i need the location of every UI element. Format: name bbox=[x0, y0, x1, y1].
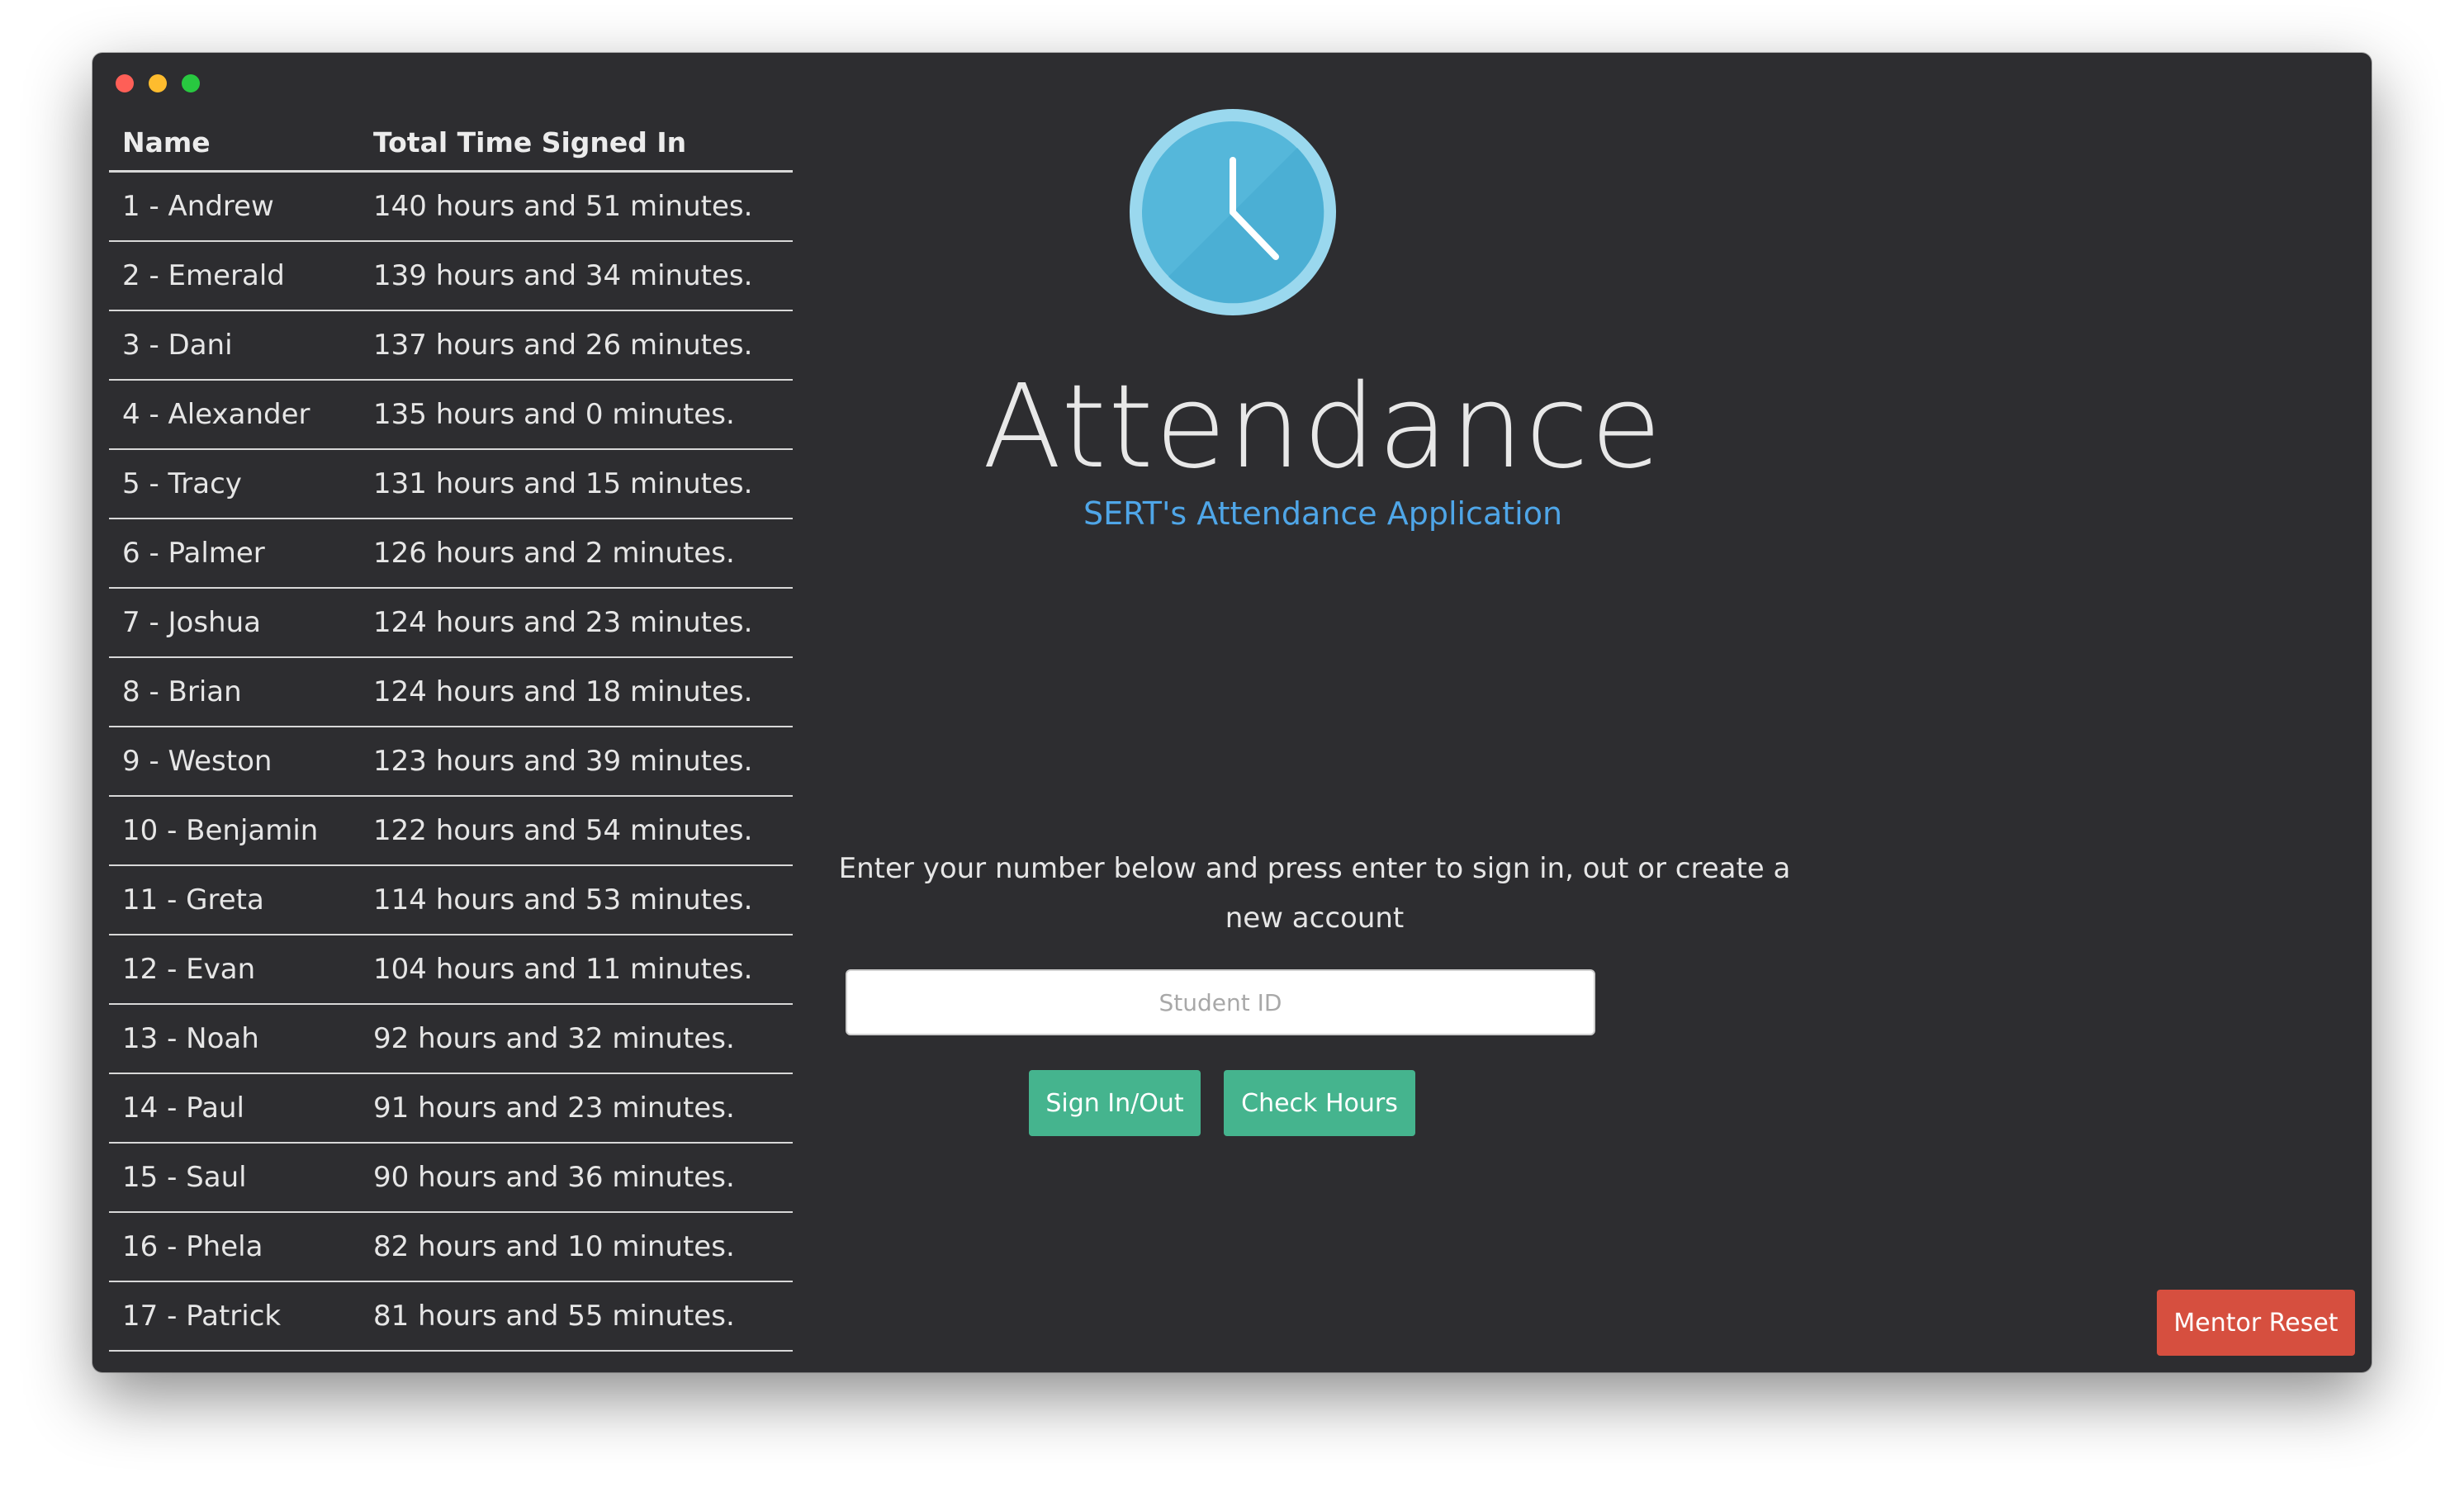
student-name-cell: 10 - Benjamin bbox=[109, 796, 360, 866]
total-time-cell: 104 hours and 11 minutes. bbox=[360, 935, 793, 1005]
attendance-table: Name Total Time Signed In 1 - Andrew 140… bbox=[109, 114, 793, 1352]
total-time-cell: 123 hours and 39 minutes. bbox=[360, 727, 793, 797]
table-row: 13 - Noah 92 hours and 32 minutes. bbox=[109, 1004, 793, 1074]
table-row: 17 - Patrick 81 hours and 55 minutes. bbox=[109, 1281, 793, 1352]
table-row: 2 - Emerald 139 hours and 34 minutes. bbox=[109, 241, 793, 311]
total-time-cell: 91 hours and 23 minutes. bbox=[360, 1073, 793, 1144]
app-subtitle: SERT's Attendance Application bbox=[1083, 495, 1563, 532]
clock-icon bbox=[1130, 109, 1336, 315]
table-row: 15 - Saul 90 hours and 36 minutes. bbox=[109, 1143, 793, 1213]
student-name-cell: 1 - Andrew bbox=[109, 171, 360, 242]
total-time-cell: 137 hours and 26 minutes. bbox=[360, 310, 793, 381]
attendance-table-container: Name Total Time Signed In 1 - Andrew 140… bbox=[109, 114, 793, 1352]
name-column-header: Name bbox=[109, 114, 360, 173]
mentor-reset-button[interactable]: Mentor Reset bbox=[2157, 1290, 2355, 1356]
total-time-cell: 81 hours and 55 minutes. bbox=[360, 1281, 793, 1352]
student-name-cell: 8 - Brian bbox=[109, 657, 360, 727]
table-row: 14 - Paul 91 hours and 23 minutes. bbox=[109, 1073, 793, 1144]
table-header-row: Name Total Time Signed In bbox=[109, 114, 793, 173]
total-time-cell: 131 hours and 15 minutes. bbox=[360, 449, 793, 519]
minimize-window-icon[interactable] bbox=[149, 74, 167, 92]
student-name-cell: 5 - Tracy bbox=[109, 449, 360, 519]
table-row: 5 - Tracy 131 hours and 15 minutes. bbox=[109, 449, 793, 519]
student-name-cell: 14 - Paul bbox=[109, 1073, 360, 1144]
table-row: 10 - Benjamin 122 hours and 54 minutes. bbox=[109, 796, 793, 866]
student-name-cell: 15 - Saul bbox=[109, 1143, 360, 1213]
total-time-cell: 124 hours and 23 minutes. bbox=[360, 588, 793, 658]
total-time-cell: 114 hours and 53 minutes. bbox=[360, 865, 793, 935]
total-time-column-header: Total Time Signed In bbox=[360, 114, 793, 173]
student-name-cell: 9 - Weston bbox=[109, 727, 360, 797]
student-name-cell: 4 - Alexander bbox=[109, 380, 360, 450]
student-name-cell: 12 - Evan bbox=[109, 935, 360, 1005]
table-row: 9 - Weston 123 hours and 39 minutes. bbox=[109, 727, 793, 797]
total-time-cell: 140 hours and 51 minutes. bbox=[360, 171, 793, 242]
window-controls bbox=[116, 74, 200, 92]
total-time-cell: 122 hours and 54 minutes. bbox=[360, 796, 793, 866]
total-time-cell: 126 hours and 2 minutes. bbox=[360, 519, 793, 589]
total-time-cell: 92 hours and 32 minutes. bbox=[360, 1004, 793, 1074]
student-name-cell: 13 - Noah bbox=[109, 1004, 360, 1074]
table-row: 3 - Dani 137 hours and 26 minutes. bbox=[109, 310, 793, 381]
table-row: 11 - Greta 114 hours and 53 minutes. bbox=[109, 865, 793, 935]
app-title: Attendance bbox=[982, 360, 1664, 495]
student-name-cell: 16 - Phela bbox=[109, 1212, 360, 1282]
total-time-cell: 135 hours and 0 minutes. bbox=[360, 380, 793, 450]
signin-instructions: Enter your number below and press enter … bbox=[838, 852, 1791, 935]
student-name-cell: 7 - Joshua bbox=[109, 588, 360, 658]
student-name-cell: 3 - Dani bbox=[109, 310, 360, 381]
total-time-cell: 90 hours and 36 minutes. bbox=[360, 1143, 793, 1213]
student-name-cell: 6 - Palmer bbox=[109, 519, 360, 589]
table-row: 1 - Andrew 140 hours and 51 minutes. bbox=[109, 171, 793, 242]
table-row: 7 - Joshua 124 hours and 23 minutes. bbox=[109, 588, 793, 658]
table-row: 8 - Brian 124 hours and 18 minutes. bbox=[109, 657, 793, 727]
total-time-cell: 139 hours and 34 minutes. bbox=[360, 241, 793, 311]
student-name-cell: 17 - Patrick bbox=[109, 1281, 360, 1352]
zoom-window-icon[interactable] bbox=[182, 74, 200, 92]
student-name-cell: 2 - Emerald bbox=[109, 241, 360, 311]
student-name-cell: 11 - Greta bbox=[109, 865, 360, 935]
table-row: 16 - Phela 82 hours and 10 minutes. bbox=[109, 1212, 793, 1282]
table-row: 4 - Alexander 135 hours and 0 minutes. bbox=[109, 380, 793, 450]
app-window: Name Total Time Signed In 1 - Andrew 140… bbox=[92, 53, 2372, 1372]
sign-in-out-button[interactable]: Sign In/Out bbox=[1029, 1070, 1201, 1136]
student-id-input[interactable] bbox=[846, 969, 1595, 1035]
total-time-cell: 82 hours and 10 minutes. bbox=[360, 1212, 793, 1282]
close-window-icon[interactable] bbox=[116, 74, 134, 92]
table-body: 1 - Andrew 140 hours and 51 minutes. 2 -… bbox=[109, 171, 793, 1352]
check-hours-button[interactable]: Check Hours bbox=[1224, 1070, 1415, 1136]
table-row: 12 - Evan 104 hours and 11 minutes. bbox=[109, 935, 793, 1005]
table-row: 6 - Palmer 126 hours and 2 minutes. bbox=[109, 519, 793, 589]
total-time-cell: 124 hours and 18 minutes. bbox=[360, 657, 793, 727]
